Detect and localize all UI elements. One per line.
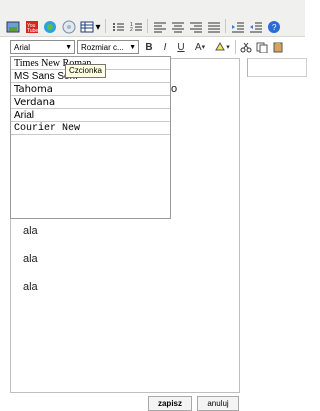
picture-icon[interactable] xyxy=(5,19,21,35)
font-color-button[interactable]: A ▾ xyxy=(189,39,211,55)
highlight-icon xyxy=(215,41,226,51)
chevron-down-icon: ▾ xyxy=(226,44,230,51)
table-icon[interactable] xyxy=(79,19,95,35)
font-size-value: Rozmiar c... xyxy=(81,43,124,52)
table-dropdown-icon[interactable]: ▾ xyxy=(94,19,102,35)
font-option-courier-new[interactable]: Courier New xyxy=(11,122,170,135)
underline-label: U xyxy=(177,41,185,53)
italic-label: I xyxy=(163,41,167,53)
align-right-icon[interactable] xyxy=(188,19,204,35)
chevron-down-icon: ▾ xyxy=(201,44,206,51)
align-center-icon[interactable] xyxy=(170,19,186,35)
font-family-value: Arial xyxy=(14,43,31,52)
svg-text:2: 2 xyxy=(130,27,133,33)
paste-icon[interactable] xyxy=(270,39,286,55)
editor-toolbar: You Tube ▾ 12 ? xyxy=(0,0,305,37)
editor-line: ala xyxy=(23,225,38,237)
font-option-arial[interactable]: Arial xyxy=(11,109,170,122)
outdent-icon[interactable] xyxy=(248,19,264,35)
font-option-tahoma[interactable]: Tahoma xyxy=(11,83,170,96)
skype-icon[interactable] xyxy=(42,19,58,35)
partially-hidden-text: o xyxy=(171,83,178,95)
font-size-select[interactable]: Rozmiar c... ▼ xyxy=(77,40,139,54)
align-justify-icon[interactable] xyxy=(206,19,222,35)
font-color-label: A xyxy=(194,41,202,53)
font-family-dropdown: Times New Roman MS Sans Serif Tahoma Ver… xyxy=(10,56,171,219)
underline-button[interactable]: U xyxy=(173,39,189,55)
save-button[interactable]: zapisz xyxy=(148,396,192,411)
svg-text:?: ? xyxy=(272,23,277,32)
youtube-icon[interactable]: You Tube xyxy=(24,19,40,35)
align-left-icon[interactable] xyxy=(152,19,168,35)
font-option-verdana[interactable]: Verdana xyxy=(11,96,170,109)
italic-button[interactable]: I xyxy=(157,39,173,55)
indent-icon[interactable] xyxy=(230,19,246,35)
editor-line: ala xyxy=(23,281,38,293)
editor-line: ala xyxy=(23,253,38,265)
font-family-select[interactable]: Arial ▼ xyxy=(10,40,75,54)
cancel-button[interactable]: anuluj xyxy=(197,396,239,411)
right-panel xyxy=(247,58,307,77)
copy-icon[interactable] xyxy=(254,39,270,55)
bullet-list-icon[interactable] xyxy=(110,19,126,35)
bold-label: B xyxy=(145,41,153,53)
map-icon[interactable] xyxy=(61,19,77,35)
bold-button[interactable]: B xyxy=(141,39,157,55)
format-toolbar: B I U A ▾ ▾ xyxy=(141,39,286,55)
chevron-down-icon: ▼ xyxy=(65,44,72,51)
highlight-button[interactable]: ▾ xyxy=(211,39,233,55)
help-icon[interactable]: ? xyxy=(266,19,282,35)
tooltip: Czcionka xyxy=(65,64,106,78)
svg-text:Tube: Tube xyxy=(27,28,38,34)
chevron-down-icon: ▼ xyxy=(129,44,136,51)
numbered-list-icon[interactable]: 12 xyxy=(128,19,144,35)
cut-icon[interactable] xyxy=(238,39,254,55)
